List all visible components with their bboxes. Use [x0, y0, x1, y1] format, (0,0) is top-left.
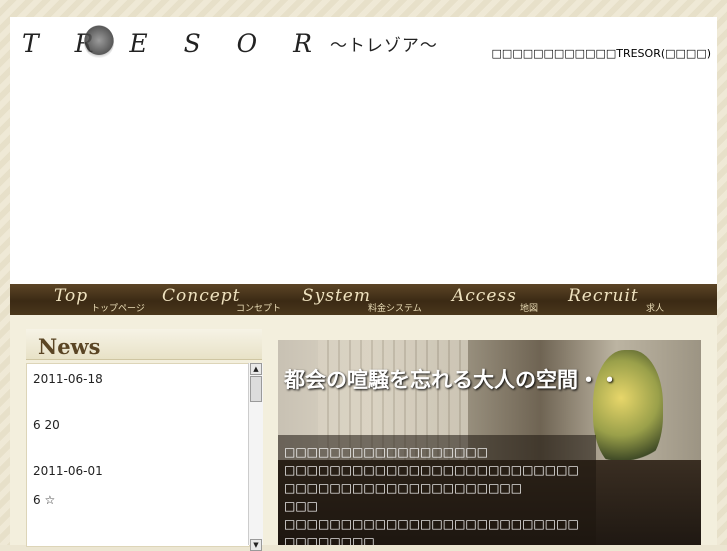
header-tagline: □□□□□□□□□□□□TRESOR(□□□□) [491, 47, 711, 60]
nav-item-system[interactable]: System 料金システム [302, 284, 437, 315]
nav-item-top-label: Top [54, 286, 89, 306]
nav-item-concept-sub: コンセプト [236, 304, 282, 314]
nav-item-top-sub: トップページ [91, 304, 145, 314]
hero-description: □□□□□□□□□□□□□□□□□□ □□□□□□□□□□□□□□□□□□□□□… [278, 435, 596, 545]
scroll-down-icon[interactable]: ▼ [250, 539, 262, 551]
logo-subtitle: 〜トレゾア〜 [329, 35, 438, 56]
news-item-date: 2011-06-01 [33, 464, 103, 478]
hero-text-line: □□□□□□□□□□□□□□□□□□ [284, 445, 489, 459]
logo-text: T R E S O R [22, 28, 326, 58]
news-title: News [38, 334, 101, 359]
hero-image: 都会の喧騒を忘れる大人の空間・・ □□□□□□□□□□□□□□□□□□ □□□□… [278, 340, 701, 545]
nav-item-top[interactable]: Top トップページ [54, 284, 154, 315]
nav-item-system-label: System [302, 286, 371, 306]
scrollbar-thumb[interactable] [250, 376, 262, 402]
main-navigation: Top トップページ Concept コンセプト System 料金システム A… [10, 284, 717, 315]
hero-text-line: □□□ [284, 499, 319, 513]
nav-item-access-sub: 地図 [520, 304, 539, 314]
nav-item-access-label: Access [452, 286, 517, 306]
nav-item-recruit[interactable]: Recruit 求人 [568, 284, 678, 315]
logo-emblem-icon [84, 25, 114, 59]
main-content: News 2011-06-18 6 20 2011-06-01 6 ☆ ▲ ▼ … [10, 315, 717, 551]
news-item-date: 2011-06-18 [33, 372, 103, 386]
nav-item-concept-label: Concept [162, 286, 241, 306]
page-container: T R E S O R 〜トレゾア〜 □□□□□□□□□□□□TRESOR(□□… [10, 17, 717, 551]
nav-item-recruit-label: Recruit [568, 286, 639, 306]
news-list[interactable]: 2011-06-18 6 20 2011-06-01 6 ☆ [26, 363, 250, 547]
site-logo[interactable]: T R E S O R 〜トレゾア〜 [22, 23, 438, 63]
nav-item-access[interactable]: Access 地図 [452, 284, 552, 315]
scroll-up-icon[interactable]: ▲ [250, 363, 262, 375]
news-scrollbar[interactable]: ▲ ▼ [248, 363, 263, 551]
nav-item-system-sub: 料金システム [368, 304, 422, 314]
news-item-text: 6 20 [33, 418, 60, 432]
nav-item-concept[interactable]: Concept コンセプト [162, 284, 287, 315]
hero-headline: 都会の喧騒を忘れる大人の空間・・ [284, 367, 620, 392]
news-item-text: 6 ☆ [33, 493, 56, 507]
news-panel: News 2011-06-18 6 20 2011-06-01 6 ☆ ▲ ▼ [26, 329, 263, 551]
nav-item-recruit-sub: 求人 [646, 304, 665, 314]
news-header: News [26, 329, 262, 360]
hero-text-line: □□□□□□□□□□□□□□□□□□□□□□□□□□□□□□□□□□□□□□□□… [284, 463, 579, 495]
hero-text-line: □□□□□□□□□□□□□□□□□□□□□□□□□□□□□□□□□□ [284, 517, 579, 545]
